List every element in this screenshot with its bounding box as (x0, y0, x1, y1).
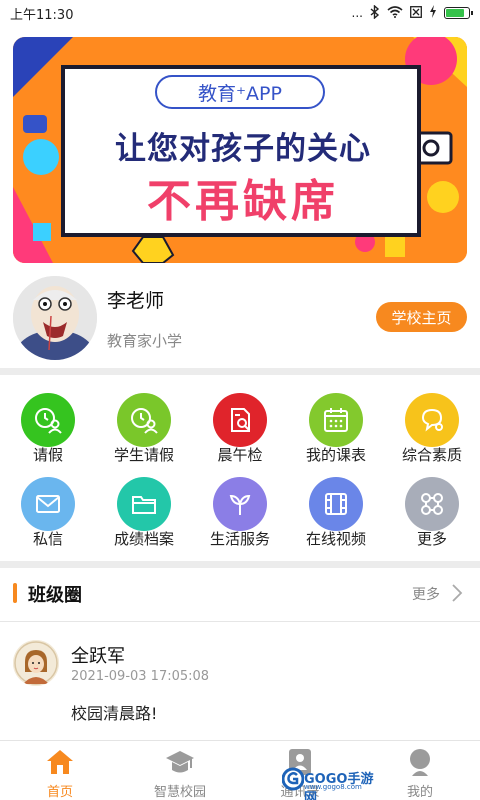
grid-item-health-check[interactable]: 晨午检 (192, 384, 288, 464)
avatar[interactable] (13, 276, 97, 360)
status-time: 上午11:30 (10, 7, 74, 23)
profile-section: 李老师 教育家小学 学校主页 (0, 268, 480, 366)
grid-item-quality[interactable]: 综合素质 (384, 384, 480, 464)
grid-item-messages[interactable]: 私信 (0, 468, 96, 548)
film-icon (309, 477, 363, 531)
status-icons: ... (351, 3, 473, 22)
home-icon (44, 746, 76, 778)
banner-line1: 让您对孩子的关心 (115, 131, 371, 167)
grid-item-label: 学生请假 (113, 446, 174, 464)
school-homepage-button[interactable]: 学校主页 (376, 302, 467, 332)
post-author: 全跃军 (71, 646, 125, 667)
grid-item-label: 成绩档案 (113, 530, 174, 548)
grid-item-life-services[interactable]: 生活服务 (192, 468, 288, 548)
document-search-icon (213, 393, 267, 447)
charging-icon (429, 5, 437, 21)
tab-home[interactable]: 首页 (0, 741, 120, 800)
author-avatar-illustration (13, 640, 59, 686)
nodes-icon (405, 477, 459, 531)
sim-icon (410, 5, 422, 21)
bluetooth-icon (370, 3, 380, 22)
grid-item-more[interactable]: 更多 (384, 468, 480, 548)
post-timestamp: 2021-09-03 17:05:08 (71, 669, 210, 684)
banner-line2: 不再缺席 (147, 176, 339, 227)
battery-fill (446, 9, 464, 17)
tab-label: 我的 (406, 785, 433, 800)
grid-item-label: 请假 (32, 446, 63, 464)
class-circle-title: 班级圈 (28, 585, 82, 606)
grid-item-schedule[interactable]: 我的课表 (288, 384, 384, 464)
post-author-avatar[interactable] (13, 640, 59, 686)
tab-label: 首页 (46, 785, 73, 800)
grid-item-online-video[interactable]: 在线视频 (288, 468, 384, 548)
watermark-url: www.gogo8.com (304, 783, 362, 791)
grid-item-label: 在线视频 (305, 530, 366, 548)
status-bar: 上午11:30 ... (0, 0, 480, 26)
app-screen: 上午11:30 ... 教育⁺APP 让您对孩子的关心 不再缺席 李老师 教育家… (0, 0, 480, 800)
class-circle-header: 班级圈 更多 (0, 568, 480, 620)
grid-item-student-leave[interactable]: 学生请假 (96, 384, 192, 464)
school-name: 教育家小学 (107, 332, 183, 350)
section-divider (0, 368, 480, 375)
class-circle-post[interactable]: 全跃军 2021-09-03 17:05:08 校园清晨路! (0, 628, 480, 738)
grid-item-grades[interactable]: 成绩档案 (96, 468, 192, 548)
grid-item-label: 晨午检 (217, 446, 263, 464)
class-circle-more-link[interactable]: 更多 (412, 584, 440, 604)
chevron-right-icon[interactable] (451, 583, 463, 607)
post-content: 校园清晨路! (71, 704, 158, 723)
folder-icon (117, 477, 171, 531)
section-accent-bar (13, 583, 17, 603)
bottom-tab-bar: 首页 智慧校园 通讯录 我的 (0, 740, 480, 800)
tab-profile[interactable]: 我的 (360, 741, 480, 800)
calendar-icon (309, 393, 363, 447)
grid-item-label: 综合素质 (401, 446, 462, 464)
clock-person-icon (21, 393, 75, 447)
grid-item-leave[interactable]: 请假 (0, 384, 96, 464)
section-divider (0, 561, 480, 568)
function-grid: 请假 学生请假 晨午检 我的课表 综合素质 私信 成绩档案 生活服务 在线视频 … (0, 384, 480, 560)
plant-icon (213, 477, 267, 531)
avatar-illustration (13, 276, 97, 360)
watermark-logo-icon (282, 767, 304, 791)
site-watermark: GOGO手游网 www.gogo8.com (282, 764, 378, 800)
tab-smart-campus[interactable]: 智慧校园 (120, 741, 240, 800)
bulb-chat-icon (405, 393, 459, 447)
user-name: 李老师 (107, 290, 165, 312)
profile-icon (404, 746, 436, 778)
tab-label: 智慧校园 (153, 785, 206, 800)
dots-icon: ... (351, 6, 363, 20)
grid-item-label: 我的课表 (305, 446, 366, 464)
banner-pill: 教育⁺APP (155, 75, 325, 109)
header-divider (0, 621, 480, 622)
grid-item-label: 更多 (416, 530, 447, 548)
battery-icon (444, 7, 473, 19)
wifi-icon (387, 5, 403, 21)
clock-person-icon (117, 393, 171, 447)
graduation-cap-icon (164, 746, 196, 778)
mail-icon (21, 477, 75, 531)
grid-item-label: 生活服务 (209, 530, 270, 548)
promo-banner[interactable]: 教育⁺APP 让您对孩子的关心 不再缺席 (13, 37, 467, 263)
grid-item-label: 私信 (32, 530, 63, 548)
